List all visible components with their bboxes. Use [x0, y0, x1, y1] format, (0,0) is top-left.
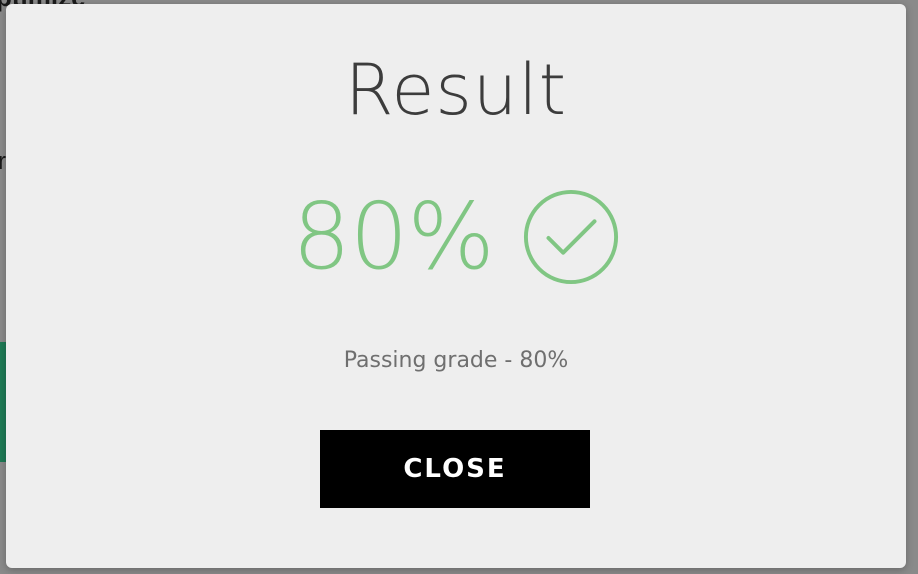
score-value: 80% [292, 183, 494, 290]
modal-title: Result [344, 49, 568, 131]
close-button[interactable]: CLOSE [320, 430, 590, 508]
score-row: 80% [6, 182, 906, 292]
result-modal: Result 80% Passing grade - 80% CLOSE [6, 4, 906, 568]
checkmark-circle-icon [523, 189, 618, 285]
passing-grade-text: Passing grade - 80% [343, 348, 569, 373]
